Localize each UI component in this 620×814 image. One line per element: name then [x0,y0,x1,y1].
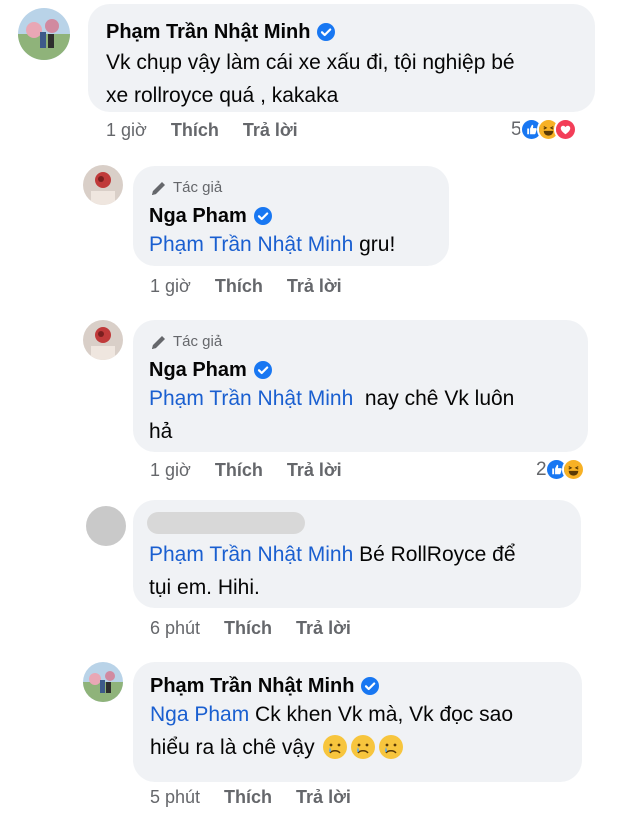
comment-bubble: Tác giả Nga Pham Phạm Trần Nhật Minh gru… [133,166,449,266]
comment-text: Phạm Trần Nhật Minh nay chê Vk luôn hả [149,387,515,443]
verified-badge-icon [317,23,336,41]
timestamp[interactable]: 1 giờ [150,460,191,481]
reply-button[interactable]: Trả lời [296,787,351,808]
hidden-author-name [147,512,305,534]
verified-badge-icon [361,677,380,695]
reply-button[interactable]: Trả lời [287,276,342,297]
author-badge: Tác giả [173,333,223,350]
avatar[interactable] [83,320,123,360]
timestamp[interactable]: 5 phút [150,787,200,808]
avatar[interactable] [83,662,123,702]
comment-text: Phạm Trần Nhật Minh Bé RollRoyce để tụi … [149,543,516,599]
comment-text: Phạm Trần Nhật Minh gru! [149,233,396,256]
mention-link[interactable]: Phạm Trần Nhật Minh [149,543,353,566]
comment-actions: 6 phút Thích Trả lời [150,618,351,639]
timestamp[interactable]: 1 giờ [150,276,191,297]
avatar[interactable] [18,8,70,60]
author-badge-row: Tác giả [149,178,222,198]
pen-icon [152,182,165,195]
haha-icon [561,458,585,481]
pen-icon [152,336,165,349]
comment-bubble: Phạm Trần Nhật Minh Bé RollRoyce để tụi … [133,500,581,608]
reaction-summary[interactable]: 2 [536,458,585,481]
love-icon [553,118,577,141]
author-name[interactable]: Phạm Trần Nhật Minh [150,674,354,698]
comment-bubble: Tác giả Nga Pham Phạm Trần Nhật Minh nay… [133,320,588,452]
comment-actions: 5 phút Thích Trả lời [150,787,351,808]
comment-bubble: Phạm Trần Nhật Minh Nga Pham Ck khen Vk … [133,662,582,782]
verified-badge-icon [253,361,272,379]
timestamp[interactable]: 6 phút [150,618,200,639]
reply-button[interactable]: Trả lời [296,618,351,639]
author-name-row: Nga Pham [149,358,273,382]
author-name[interactable]: Nga Pham [149,204,247,228]
avatar[interactable] [86,506,126,546]
comment-text: Nga Pham Ck khen Vk mà, Vk đọc sao hiểu … [150,703,514,759]
mention-link[interactable]: Phạm Trần Nhật Minh [149,233,353,256]
reply-button[interactable]: Trả lời [287,460,342,481]
reply-button[interactable]: Trả lời [243,120,298,141]
comment-text: Vk chụp vậy làm cái xe xấu đi, tội nghiệ… [106,51,515,107]
author-badge: Tác giả [173,179,223,196]
verified-badge-icon [253,207,272,225]
mention-link[interactable]: Nga Pham [150,703,249,726]
author-name-row: Phạm Trần Nhật Minh [106,20,336,44]
author-name-row: Nga Pham [149,204,273,228]
like-button[interactable]: Thích [215,276,263,297]
crying-face-icon [351,735,376,759]
like-button[interactable]: Thích [224,618,272,639]
crying-face-icon [379,735,404,759]
comment-actions: 1 giờ Thích Trả lời [106,120,298,141]
avatar[interactable] [83,165,123,205]
comment-actions: 1 giờ Thích Trả lời [150,276,342,297]
timestamp[interactable]: 1 giờ [106,120,147,141]
mention-link[interactable]: Phạm Trần Nhật Minh [149,387,353,410]
comment-actions: 1 giờ Thích Trả lời [150,460,342,481]
reaction-summary[interactable]: 5 [511,118,577,141]
author-badge-row: Tác giả [149,332,222,352]
like-button[interactable]: Thích [215,460,263,481]
author-name[interactable]: Phạm Trần Nhật Minh [106,20,310,44]
author-name-row: Phạm Trần Nhật Minh [150,674,380,698]
author-name[interactable]: Nga Pham [149,358,247,382]
crying-face-icon [323,735,348,759]
comment-bubble: Phạm Trần Nhật Minh Vk chụp vậy làm cái … [88,4,595,112]
like-button[interactable]: Thích [171,120,219,141]
like-button[interactable]: Thích [224,787,272,808]
